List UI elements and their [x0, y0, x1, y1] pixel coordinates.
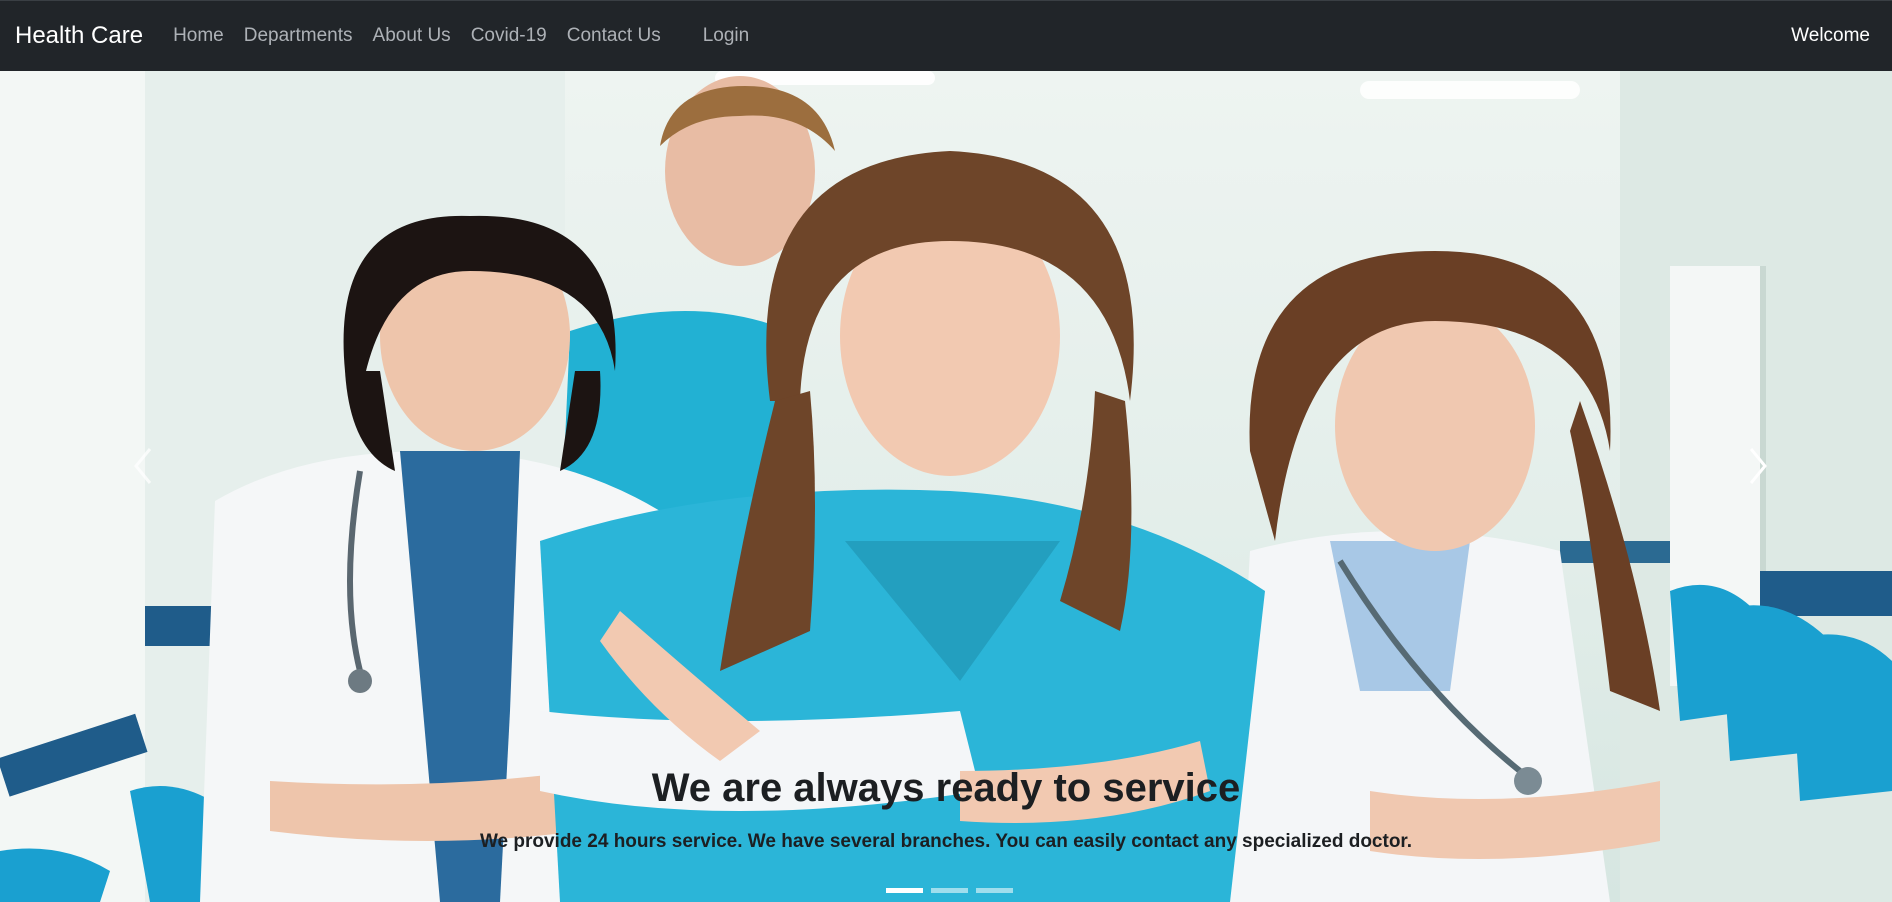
carousel-heading: We are always ready to service — [651, 766, 1241, 810]
nav-link-home[interactable]: Home — [173, 25, 224, 47]
nav-link-about-us[interactable]: About Us — [373, 25, 451, 47]
welcome-text: Welcome — [1791, 25, 1870, 46]
carousel-text: We provide 24 hours service. We have sev… — [479, 831, 1413, 852]
hero-carousel: We are always ready to service We provid… — [0, 71, 1892, 902]
carousel-indicator-3[interactable] — [976, 888, 1013, 893]
nav-link-departments[interactable]: Departments — [244, 25, 353, 47]
chevron-left-icon — [134, 448, 152, 484]
nav-links: Home Departments About Us Covid-19 Conta… — [173, 25, 769, 47]
carousel-next-control[interactable] — [1737, 441, 1777, 491]
login-link[interactable]: Login — [703, 25, 750, 47]
nav-link-covid-19[interactable]: Covid-19 — [471, 25, 547, 47]
brand-logo[interactable]: Health Care — [15, 22, 143, 50]
carousel-indicator-2[interactable] — [931, 888, 968, 893]
chevron-right-icon — [1749, 448, 1767, 484]
carousel-indicators — [886, 888, 1021, 893]
nav-link-contact-us[interactable]: Contact Us — [567, 25, 661, 47]
carousel-indicator-1[interactable] — [886, 888, 923, 893]
navbar: Health Care Home Departments About Us Co… — [0, 0, 1892, 71]
carousel-prev-control[interactable] — [124, 441, 164, 491]
